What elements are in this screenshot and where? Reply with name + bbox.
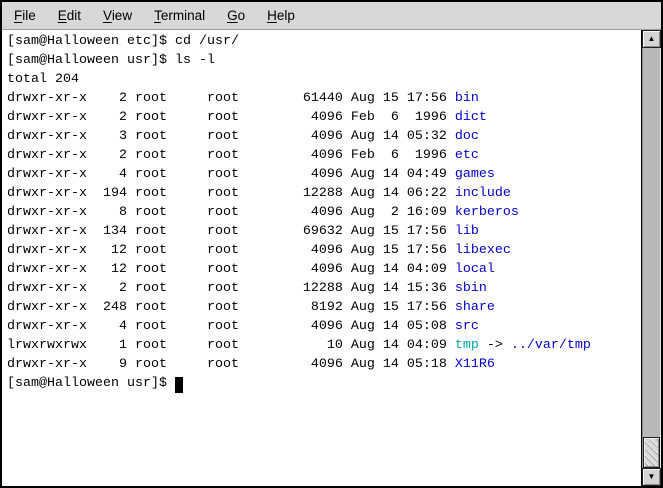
file-row: drwxr-xr-x 2 root root 4096 Feb 6 1996 e… xyxy=(7,146,641,165)
file-attrs: drwxr-xr-x 3 root root 4096 Aug 14 05:32 xyxy=(7,129,455,144)
symlink-arrow: -> xyxy=(479,338,511,353)
menu-terminal-label: Terminal xyxy=(154,8,205,23)
file-row: drwxr-xr-x 248 root root 8192 Aug 15 17:… xyxy=(7,298,641,317)
scrollbar-thumb[interactable] xyxy=(643,437,660,468)
menu-go[interactable]: Go xyxy=(216,2,256,29)
scrollbar-track[interactable] xyxy=(642,48,661,468)
text-cursor xyxy=(175,377,183,393)
file-name: lib xyxy=(455,224,479,239)
file-attrs: drwxr-xr-x 2 root root 4096 Feb 6 1996 xyxy=(7,148,455,163)
terminal-line: [sam@Halloween etc]$ cd /usr/ xyxy=(7,32,641,51)
file-name: share xyxy=(455,300,495,315)
file-name: bin xyxy=(455,91,479,106)
terminal-window: File Edit View Terminal Go Help [sam@Hal… xyxy=(0,0,663,488)
file-row: drwxr-xr-x 3 root root 4096 Aug 14 05:32… xyxy=(7,127,641,146)
file-attrs: drwxr-xr-x 134 root root 69632 Aug 15 17… xyxy=(7,224,455,239)
menu-bar: File Edit View Terminal Go Help xyxy=(2,2,661,30)
file-row: drwxr-xr-x 134 root root 69632 Aug 15 17… xyxy=(7,222,641,241)
terminal-screen[interactable]: [sam@Halloween etc]$ cd /usr/ [sam@Hallo… xyxy=(2,30,642,486)
file-name: local xyxy=(455,262,495,277)
file-attrs: drwxr-xr-x 12 root root 4096 Aug 15 17:5… xyxy=(7,243,455,258)
file-row: drwxr-xr-x 12 root root 4096 Aug 15 17:5… xyxy=(7,241,641,260)
scroll-down-button[interactable]: ▼ xyxy=(642,468,661,486)
file-attrs: drwxr-xr-x 9 root root 4096 Aug 14 05:18 xyxy=(7,357,455,372)
scroll-up-icon: ▲ xyxy=(648,35,656,43)
file-row: drwxr-xr-x 2 root root 61440 Aug 15 17:5… xyxy=(7,89,641,108)
menu-go-label: Go xyxy=(227,8,245,23)
file-attrs: drwxr-xr-x 8 root root 4096 Aug 2 16:09 xyxy=(7,205,455,220)
file-name: sbin xyxy=(455,281,487,296)
menu-edit-label: Edit xyxy=(58,8,81,23)
file-attrs: drwxr-xr-x 12 root root 4096 Aug 14 04:0… xyxy=(7,262,455,277)
menu-help-label: Help xyxy=(267,8,295,23)
file-name: doc xyxy=(455,129,479,144)
file-attrs: drwxr-xr-x 2 root root 61440 Aug 15 17:5… xyxy=(7,91,455,106)
file-attrs: drwxr-xr-x 2 root root 4096 Feb 6 1996 xyxy=(7,110,455,125)
file-row: drwxr-xr-x 9 root root 4096 Aug 14 05:18… xyxy=(7,355,641,374)
file-attrs: drwxr-xr-x 194 root root 12288 Aug 14 06… xyxy=(7,186,455,201)
file-row-symlink: lrwxrwxrwx 1 root root 10 Aug 14 04:09 t… xyxy=(7,336,641,355)
file-attrs: drwxr-xr-x 4 root root 4096 Aug 14 04:49 xyxy=(7,167,455,182)
terminal-line: total 204 xyxy=(7,70,641,89)
file-row: drwxr-xr-x 2 root root 12288 Aug 14 15:3… xyxy=(7,279,641,298)
file-name: include xyxy=(455,186,511,201)
file-row: drwxr-xr-x 12 root root 4096 Aug 14 04:0… xyxy=(7,260,641,279)
file-attrs: drwxr-xr-x 248 root root 8192 Aug 15 17:… xyxy=(7,300,455,315)
file-name: src xyxy=(455,319,479,334)
scroll-up-button[interactable]: ▲ xyxy=(642,30,661,48)
file-name: libexec xyxy=(455,243,511,258)
menu-view[interactable]: View xyxy=(92,2,143,29)
file-row: drwxr-xr-x 2 root root 4096 Feb 6 1996 d… xyxy=(7,108,641,127)
file-name: games xyxy=(455,167,495,182)
menu-file[interactable]: File xyxy=(3,2,47,29)
file-name: dict xyxy=(455,110,487,125)
file-name: kerberos xyxy=(455,205,519,220)
menu-view-label: View xyxy=(103,8,132,23)
file-row: drwxr-xr-x 4 root root 4096 Aug 14 04:49… xyxy=(7,165,641,184)
file-attrs: drwxr-xr-x 2 root root 12288 Aug 14 15:3… xyxy=(7,281,455,296)
terminal-line: [sam@Halloween usr]$ ls -l xyxy=(7,51,641,70)
file-name: X11R6 xyxy=(455,357,495,372)
file-row: drwxr-xr-x 194 root root 12288 Aug 14 06… xyxy=(7,184,641,203)
file-name: etc xyxy=(455,148,479,163)
symlink-target: ../var/tmp xyxy=(511,338,591,353)
scrollbar[interactable]: ▲ ▼ xyxy=(642,30,661,486)
menu-terminal[interactable]: Terminal xyxy=(143,2,216,29)
scroll-down-icon: ▼ xyxy=(648,473,656,481)
prompt-text: [sam@Halloween usr]$ xyxy=(7,376,175,391)
menu-edit[interactable]: Edit xyxy=(47,2,92,29)
file-row: drwxr-xr-x 4 root root 4096 Aug 14 05:08… xyxy=(7,317,641,336)
file-row: drwxr-xr-x 8 root root 4096 Aug 2 16:09 … xyxy=(7,203,641,222)
menu-help[interactable]: Help xyxy=(256,2,306,29)
file-attrs: lrwxrwxrwx 1 root root 10 Aug 14 04:09 xyxy=(7,338,455,353)
file-name: tmp xyxy=(455,338,479,353)
menu-file-label: File xyxy=(14,8,36,23)
file-attrs: drwxr-xr-x 4 root root 4096 Aug 14 05:08 xyxy=(7,319,455,334)
prompt-line: [sam@Halloween usr]$ xyxy=(7,374,641,393)
